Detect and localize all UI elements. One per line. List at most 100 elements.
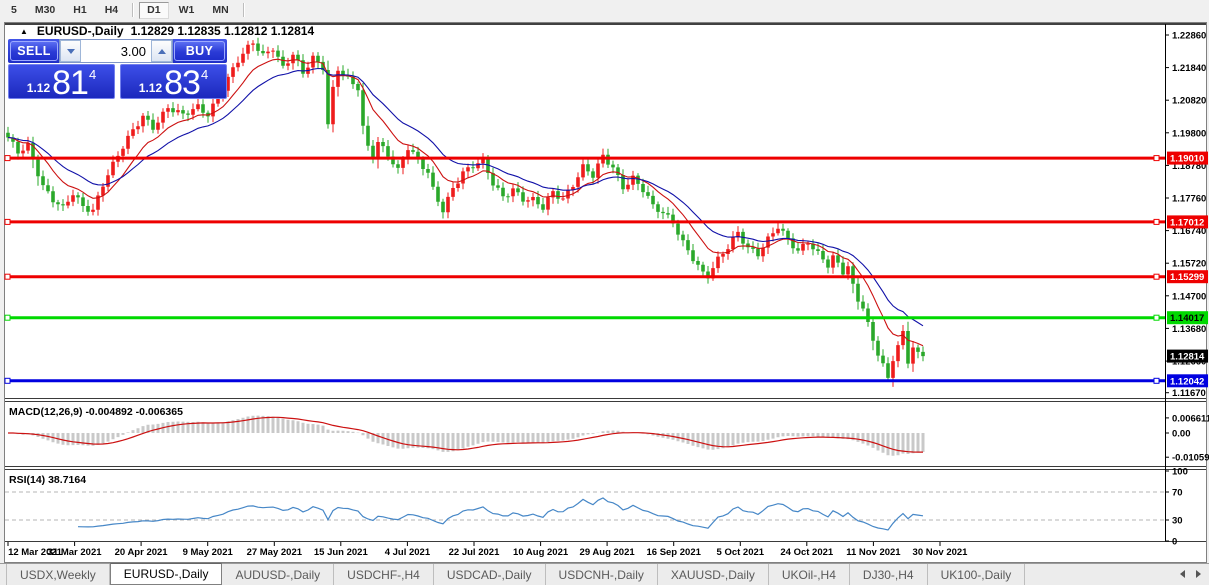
chart-title: ▲ EURUSD-,Daily 1.12829 1.12835 1.12812 … (20, 24, 314, 38)
date-label: 5 Oct 2021 (717, 547, 765, 558)
line-handle[interactable] (4, 218, 11, 225)
toolbar-separator (242, 3, 244, 17)
line-handle[interactable] (1153, 218, 1160, 225)
macd-histogram (11, 415, 925, 456)
buy-price-pipette: 4 (200, 67, 209, 82)
chart-symbol-label: EURUSD-,Daily (36, 24, 124, 38)
rsi-line (77, 497, 924, 531)
chart-tab-ukoil-h4[interactable]: UKOil-,H4 (769, 564, 850, 585)
price-badge (1167, 215, 1208, 229)
slow-ma-line[interactable] (7, 67, 924, 327)
chart-tab-usdx-weekly[interactable]: USDX,Weekly (6, 564, 110, 585)
rsi-axis-label: 0 (1172, 537, 1177, 548)
timeframe-W1[interactable]: W1 (171, 2, 203, 19)
line-handle[interactable] (1153, 155, 1160, 162)
sell-button[interactable]: SELL (10, 41, 58, 61)
chart-tab-dj30-h4[interactable]: DJ30-,H4 (850, 564, 928, 585)
timeframe-MN[interactable]: MN (204, 2, 236, 19)
line-handle[interactable] (4, 273, 11, 280)
price-tick-label: 1.13680 (1172, 324, 1206, 335)
price-tick-label: 1.19800 (1172, 128, 1206, 139)
line-handle[interactable] (1153, 377, 1160, 384)
macd-axis-label: -0.010595 (1172, 453, 1209, 464)
window-frame (4, 22, 1207, 563)
triangle-down-icon (66, 48, 75, 54)
date-label: 9 May 2021 (183, 547, 234, 558)
price-tick-label: 1.17760 (1172, 194, 1206, 205)
date-label: 20 Apr 2021 (115, 547, 169, 558)
price-tick-label: 1.11670 (1172, 388, 1206, 399)
timeframe-H1[interactable]: H1 (65, 2, 94, 19)
price-badge (1167, 349, 1208, 363)
triangle-up-icon (157, 48, 166, 54)
macd-axis-label: 0.006611 (1172, 413, 1209, 424)
sell-price-pipette: 4 (88, 67, 97, 82)
chart-tab-usdcad-daily[interactable]: USDCAD-,Daily (434, 564, 546, 585)
tab-scroll-right-icon[interactable] (1196, 570, 1201, 578)
volume-stepper (59, 39, 173, 63)
chart-tab-eurusd-daily[interactable]: EURUSD-,Daily (109, 563, 223, 585)
timeframe-5[interactable]: 5 (3, 2, 25, 19)
tab-scroll-left-icon[interactable] (1180, 570, 1185, 578)
symbol-collapse-icon[interactable]: ▲ (20, 27, 28, 36)
rsi-axis-label: 100 (1172, 467, 1188, 478)
price-tick-label: 1.18780 (1172, 161, 1206, 172)
volume-decrease-button[interactable] (60, 40, 81, 62)
sr-line-1.14017[interactable] (4, 314, 1165, 321)
date-label: 22 Jul 2021 (449, 547, 500, 558)
date-label: 15 Jun 2021 (314, 547, 369, 558)
date-axis: 12 Mar 202131 Mar 2021 20 Apr 2021 9 May 2… (7, 542, 969, 558)
buy-price-prefix: 1.12 (138, 81, 163, 95)
sell-price-prefix: 1.12 (26, 81, 51, 95)
line-handle[interactable] (1153, 273, 1160, 280)
macd-label: MACD(12,26,9) -0.004892 -0.006365 (9, 406, 183, 418)
chart-tab-usdchf-h4[interactable]: USDCHF-,H4 (334, 564, 434, 585)
chart-tab-audusd-daily[interactable]: AUDUSD-,Daily (222, 564, 335, 585)
chart-tab-xauusd-daily[interactable]: XAUUSD-,Daily (658, 564, 769, 585)
sr-line-1.15299[interactable] (4, 273, 1165, 280)
fast-ma-line[interactable] (7, 58, 924, 347)
price-tick-label: 1.22860 (1172, 31, 1206, 42)
volume-increase-button[interactable] (151, 40, 172, 62)
price-tick-label: 1.21840 (1172, 63, 1206, 74)
line-handle[interactable] (4, 155, 11, 162)
volume-input[interactable] (81, 40, 151, 62)
timeframe-H4[interactable]: H4 (97, 2, 126, 19)
price-badge-label: 1.14017 (1170, 313, 1204, 324)
date-label: 29 Aug 2021 (580, 547, 636, 558)
price-badge-label: 1.17012 (1170, 217, 1204, 228)
trading-terminal: 5 M30 H1 H4 D1 W1 MN 1.22860 1.21840 1.20820 1.19… (0, 0, 1209, 585)
toolbar-separator (132, 3, 134, 17)
buy-button[interactable]: BUY (174, 41, 225, 61)
chart-tab-uk100-daily[interactable]: UK100-,Daily (928, 564, 1026, 585)
macd-panel: MACD(12,26,9) -0.004892 -0.006365 0.00661… (8, 406, 1209, 464)
chart-ohlc-values: 1.12829 1.12835 1.12812 1.12814 (130, 24, 315, 38)
chart-tab-usdcnh-daily[interactable]: USDCNH-,Daily (546, 564, 658, 585)
price-badge-label: 1.15299 (1170, 272, 1204, 283)
rsi-axis-label: 30 (1172, 516, 1183, 527)
date-label: 31 Mar 2021 (48, 547, 103, 558)
buy-price-display[interactable]: 1.12 83 4 (120, 64, 227, 100)
sr-line-1.12042[interactable] (4, 377, 1165, 384)
price-tick-label: 1.14700 (1172, 291, 1206, 302)
date-label: 16 Sep 2021 (646, 547, 701, 558)
line-handle[interactable] (4, 314, 11, 321)
sell-price-display[interactable]: 1.12 81 4 (8, 64, 115, 100)
rsi-axis-label: 70 (1172, 488, 1183, 499)
price-badge-label: 1.12042 (1170, 376, 1204, 387)
line-handle[interactable] (4, 377, 11, 384)
timeframe-M30[interactable]: M30 (27, 2, 63, 19)
date-label: 12 Mar 2021 (8, 547, 63, 558)
chart-tab-bar: USDX,Weekly EURUSD-,Daily AUDUSD-,Daily USD… (0, 563, 1209, 585)
macd-signal-line (8, 416, 923, 453)
timeframe-D1[interactable]: D1 (139, 1, 169, 19)
price-badge (1167, 311, 1208, 325)
line-handle[interactable] (1153, 314, 1160, 321)
price-badge-label: 1.12814 (1170, 352, 1205, 363)
sr-line-1.1901[interactable] (4, 155, 1165, 162)
trade-buttons-row: SELL BUY (8, 39, 227, 63)
chart-background[interactable] (5, 22, 1206, 562)
date-label: 30 Nov 2021 (913, 547, 969, 558)
sr-line-1.17012[interactable] (4, 218, 1165, 225)
date-label: 10 Aug 2021 (513, 547, 569, 558)
